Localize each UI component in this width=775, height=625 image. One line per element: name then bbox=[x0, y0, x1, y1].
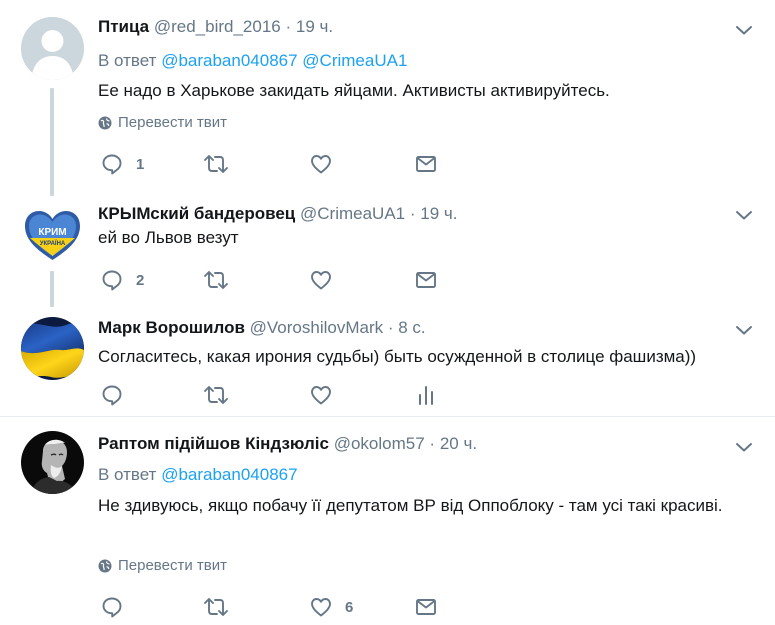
chevron-down-icon[interactable] bbox=[735, 324, 753, 336]
analytics-button[interactable] bbox=[416, 383, 436, 407]
tweet-actions bbox=[100, 383, 460, 407]
tweet-4[interactable]: Раптом підійшов Кіндзюліс @okolom57 · 20… bbox=[0, 417, 775, 625]
separator-dot: · bbox=[387, 318, 394, 337]
tweet-text: ей во Львов везут bbox=[98, 228, 239, 247]
mention-link[interactable]: @baraban040867 bbox=[161, 51, 297, 70]
envelope-icon bbox=[416, 272, 436, 288]
timestamp[interactable]: 8 с. bbox=[398, 318, 425, 337]
retweet-button[interactable] bbox=[203, 595, 229, 619]
like-button[interactable] bbox=[309, 383, 333, 407]
avatar[interactable] bbox=[21, 317, 84, 380]
like-button[interactable] bbox=[309, 268, 333, 292]
timestamp[interactable]: 19 ч. bbox=[296, 17, 333, 36]
direct-message-button[interactable] bbox=[414, 152, 438, 176]
reply-count: 1 bbox=[136, 155, 145, 173]
like-button[interactable]: 6 bbox=[309, 595, 353, 619]
separator-dot: · bbox=[409, 204, 416, 223]
reply-context: В ответ @baraban040867 @CrimeaUA1 bbox=[98, 51, 407, 71]
chevron-down-icon[interactable] bbox=[735, 24, 753, 36]
translate-label: Перевести твит bbox=[118, 557, 227, 574]
default-profile-icon bbox=[21, 17, 84, 80]
chevron-down-icon[interactable] bbox=[735, 441, 753, 453]
timestamp[interactable]: 19 ч. bbox=[420, 204, 457, 223]
display-name[interactable]: Раптом підійшов Кіндзюліс bbox=[98, 434, 329, 453]
username[interactable]: @okolom57 bbox=[334, 434, 425, 453]
tweet-header: Раптом підійшов Кіндзюліс @okolom57 · 20… bbox=[98, 434, 477, 454]
retweet-icon bbox=[204, 386, 228, 404]
tweet-actions: 1 bbox=[100, 152, 460, 176]
reply-button[interactable] bbox=[100, 383, 124, 407]
tweet-actions: 2 bbox=[100, 268, 460, 292]
retweet-icon bbox=[204, 155, 228, 173]
heart-icon bbox=[311, 271, 331, 290]
translate-label: Перевести твит bbox=[118, 114, 227, 131]
logo-text-bottom: УКРАЇНА bbox=[40, 240, 66, 247]
thread-line bbox=[50, 271, 54, 307]
reply-count: 2 bbox=[136, 271, 145, 289]
chevron-down-icon[interactable] bbox=[735, 209, 753, 221]
timestamp[interactable]: 20 ч. bbox=[440, 434, 477, 453]
heart-icon bbox=[311, 598, 331, 617]
separator-dot: · bbox=[285, 17, 292, 36]
tweet-2[interactable]: КРИМ УКРАЇНА КРЫМский бандеровец @Crimea… bbox=[0, 190, 775, 307]
globe-icon bbox=[98, 559, 112, 572]
reply-button[interactable]: 2 bbox=[100, 268, 144, 292]
like-count: 6 bbox=[345, 598, 354, 616]
display-name[interactable]: Марк Ворошилов bbox=[98, 318, 245, 337]
avatar[interactable]: КРИМ УКРАЇНА bbox=[21, 204, 84, 267]
direct-message-button[interactable] bbox=[414, 268, 438, 292]
retweet-button[interactable] bbox=[203, 152, 229, 176]
retweet-icon bbox=[204, 271, 228, 289]
username[interactable]: @red_bird_2016 bbox=[154, 17, 281, 36]
envelope-icon bbox=[416, 599, 436, 615]
tweet-header: Марк Ворошилов @VoroshilovMark · 8 с. bbox=[98, 318, 426, 338]
tweet-text: Согласитесь, какая ирония судьбы) быть о… bbox=[98, 347, 697, 366]
mention-link[interactable]: @CrimeaUA1 bbox=[302, 51, 407, 70]
username[interactable]: @CrimeaUA1 bbox=[300, 204, 405, 223]
logo-text-top: КРИМ bbox=[38, 227, 66, 238]
avatar[interactable] bbox=[21, 431, 84, 494]
tweet-text: Ее надо в Харькове закидать яйцами. Акти… bbox=[98, 81, 610, 100]
direct-message-button[interactable] bbox=[414, 595, 438, 619]
heart-icon bbox=[311, 155, 331, 174]
ukraine-flag-avatar bbox=[21, 317, 84, 380]
tweet-actions: 6 bbox=[100, 595, 460, 619]
heart-icon bbox=[311, 386, 331, 405]
reply-icon bbox=[102, 270, 122, 291]
retweet-button[interactable] bbox=[203, 268, 229, 292]
display-name[interactable]: Птица bbox=[98, 17, 149, 36]
reply-button[interactable] bbox=[100, 595, 124, 619]
globe-icon bbox=[98, 116, 112, 129]
translate-tweet-link[interactable]: Перевести твит bbox=[98, 557, 227, 574]
tweet-header: Птица @red_bird_2016 · 19 ч. bbox=[98, 17, 333, 37]
translate-tweet-link[interactable]: Перевести твит bbox=[98, 114, 227, 131]
retweet-icon bbox=[204, 598, 228, 616]
reply-context: В ответ @baraban040867 bbox=[98, 465, 298, 485]
reply-icon bbox=[102, 154, 122, 175]
username[interactable]: @VoroshilovMark bbox=[250, 318, 383, 337]
thread-line bbox=[50, 88, 54, 196]
tweet-text: Не здивуюсь, якщо побачу її депутатом ВР… bbox=[98, 496, 723, 515]
tweet-3[interactable]: Марк Ворошилов @VoroshilovMark · 8 с. Со… bbox=[0, 305, 775, 415]
reply-icon bbox=[102, 385, 122, 406]
reply-icon bbox=[102, 597, 122, 618]
display-name[interactable]: КРЫМский бандеровец bbox=[98, 204, 295, 223]
separator-dot: · bbox=[429, 434, 436, 453]
retweet-button[interactable] bbox=[203, 383, 229, 407]
like-button[interactable] bbox=[309, 152, 333, 176]
mention-link[interactable]: @baraban040867 bbox=[161, 465, 297, 484]
reply-prefix: В ответ bbox=[98, 51, 157, 70]
avatar[interactable] bbox=[21, 17, 84, 80]
crimea-heart-logo: КРИМ УКРАЇНА bbox=[21, 204, 84, 267]
tweet-header: КРЫМский бандеровец @CrimeaUA1 · 19 ч. bbox=[98, 204, 457, 224]
tweet-1[interactable]: Птица @red_bird_2016 · 19 ч. В ответ @ba… bbox=[0, 0, 775, 196]
bw-portrait-avatar bbox=[21, 431, 84, 494]
analytics-icon bbox=[419, 386, 433, 405]
reply-button[interactable]: 1 bbox=[100, 152, 144, 176]
reply-prefix: В ответ bbox=[98, 465, 157, 484]
envelope-icon bbox=[416, 156, 436, 172]
